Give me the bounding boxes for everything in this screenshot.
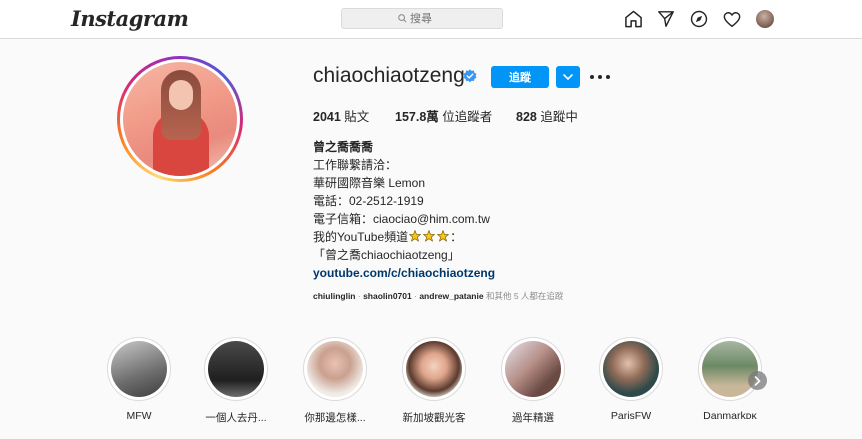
star-emoji-icon	[437, 230, 450, 242]
profile-bio: 曾之喬喬喬 工作聯繫請洽： 華研國際音樂 Lemon 電話：02-2512-19…	[313, 138, 633, 282]
suggested-accounts-button[interactable]	[556, 66, 580, 88]
mutual-follower-2[interactable]: shaolin0701	[363, 291, 412, 301]
highlight-item[interactable]: ParisFW	[596, 337, 666, 422]
mutual-follower-1[interactable]: chiulinglin	[313, 291, 356, 301]
bio-line: 電話：02-2512-1919	[313, 194, 424, 208]
bio-website-link[interactable]: youtube.com/c/chiaochiaotzeng	[313, 264, 633, 282]
profile-avatar[interactable]	[117, 56, 243, 182]
highlight-item[interactable]: 你那邊怎樣...	[300, 337, 370, 425]
highlight-label: 過年精選	[512, 412, 554, 424]
highlight-cover	[406, 341, 462, 397]
chevron-down-icon	[563, 74, 573, 80]
bio-line: 我的YouTube頻道：	[313, 230, 463, 244]
followers-count[interactable]: 157.8萬 位追蹤者	[395, 106, 492, 125]
follow-button[interactable]: 追蹤	[491, 66, 549, 88]
story-highlights: MFW 一個人去丹... 你那邊怎樣... 新加坡觀光客 過年精選 ParisF…	[104, 337, 824, 427]
verified-badge-icon	[463, 69, 477, 83]
highlight-cover	[603, 341, 659, 397]
profile-photo	[123, 62, 237, 176]
star-emoji-icon	[409, 230, 422, 242]
highlight-label: 你那邊怎樣...	[304, 412, 366, 424]
bio-line: 華研國際音樂 Lemon	[313, 176, 426, 190]
followed-by-summary[interactable]: chiulinglin · shaolin0701 · andrew_patan…	[313, 290, 563, 302]
following-count[interactable]: 828 追蹤中	[516, 106, 578, 125]
highlight-item[interactable]: 過年精選	[498, 337, 568, 425]
profile-avatar-nav[interactable]	[756, 10, 774, 28]
direct-icon[interactable]	[656, 9, 676, 29]
highlights-next-button[interactable]	[748, 371, 767, 390]
mutual-follower-3[interactable]: andrew_patanie	[419, 291, 483, 301]
highlight-cover	[307, 341, 363, 397]
highlight-item[interactable]: MFW	[104, 337, 174, 422]
bio-line: 「曾之喬chiaochiaotzeng」	[313, 248, 460, 262]
search-icon	[398, 14, 407, 23]
highlight-cover	[702, 341, 758, 397]
profile-full-name: 曾之喬喬喬	[313, 140, 374, 154]
highlight-cover	[208, 341, 264, 397]
heart-icon[interactable]	[722, 9, 742, 29]
bio-line: 電子信箱：ciaociao@him.com.tw	[313, 212, 490, 226]
highlight-cover	[505, 341, 561, 397]
highlight-label: 新加坡觀光客	[402, 412, 466, 424]
bio-line: 工作聯繫請洽：	[313, 158, 398, 172]
highlight-label: 一個人去丹...	[205, 412, 267, 424]
search-box[interactable]	[341, 8, 503, 29]
highlight-label: MFW	[126, 410, 152, 422]
profile-username: chiaochiaotzeng	[313, 64, 465, 87]
explore-icon[interactable]	[689, 9, 709, 29]
instagram-logo[interactable]: Instagram	[71, 6, 189, 31]
search-input[interactable]	[410, 12, 446, 25]
highlight-item[interactable]: 一個人去丹...	[201, 337, 271, 425]
posts-count: 2041 貼文	[313, 110, 370, 124]
highlight-label: Danmarkᴅᴋ	[703, 410, 757, 422]
top-nav-bar: Instagram	[0, 0, 862, 39]
highlight-label: ParisFW	[610, 410, 652, 422]
highlight-item[interactable]: 新加坡觀光客	[399, 337, 469, 425]
home-icon[interactable]	[623, 9, 643, 29]
more-icon[interactable]	[590, 70, 610, 84]
highlight-cover	[111, 341, 167, 397]
star-emoji-icon	[423, 230, 436, 242]
chevron-right-icon	[754, 375, 761, 386]
